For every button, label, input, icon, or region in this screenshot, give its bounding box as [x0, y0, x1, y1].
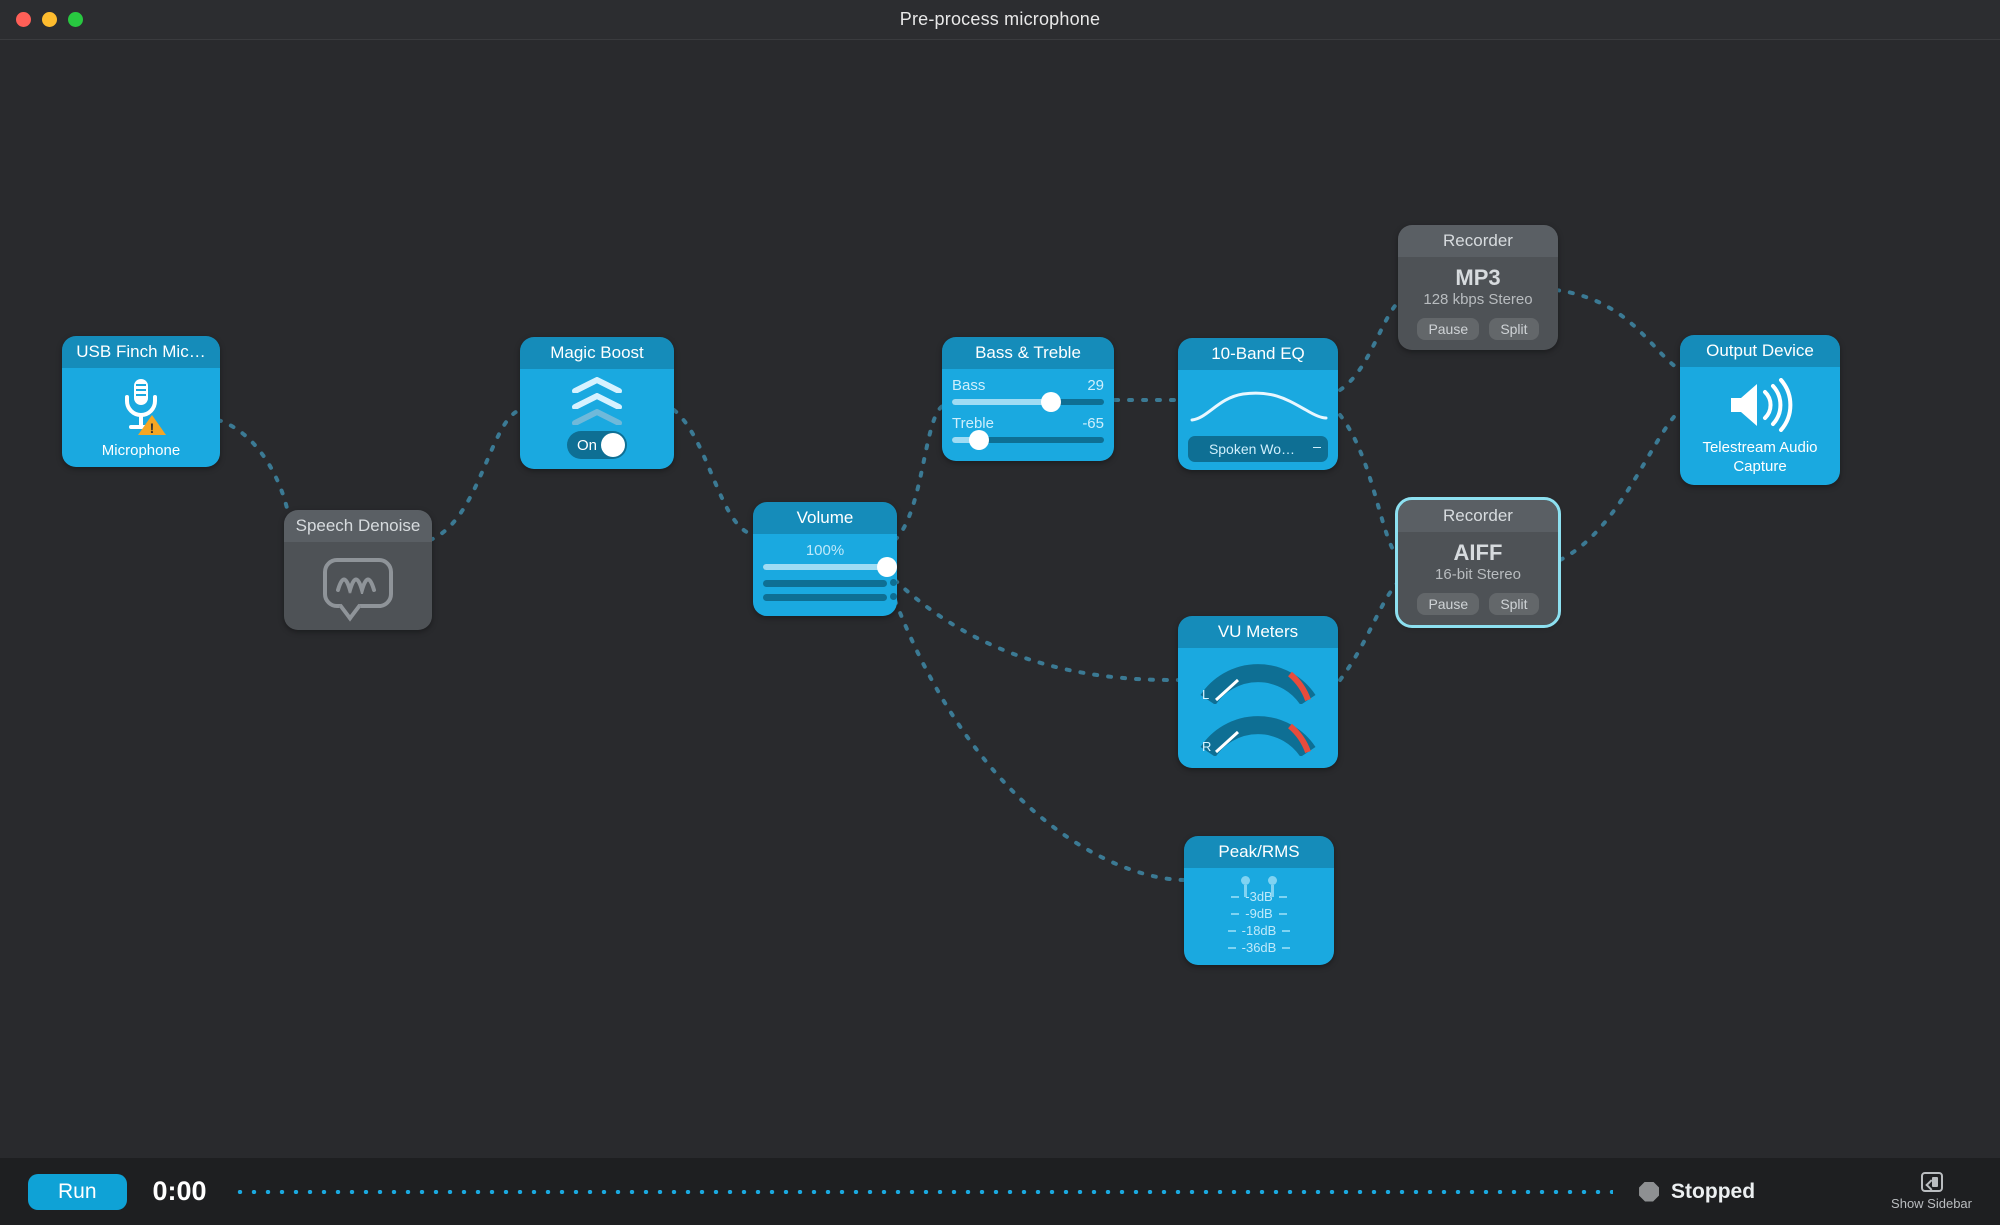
node-input-device[interactable]: USB Finch Mic… ! Microphone — [62, 336, 220, 467]
bass-label: Bass — [952, 377, 985, 394]
node-title: Magic Boost — [520, 337, 674, 369]
pipeline-canvas[interactable]: USB Finch Mic… ! Microphone S — [0, 40, 2000, 1158]
node-vu-meters[interactable]: VU Meters L R — [1178, 616, 1338, 768]
eq-preset-label: Spoken Wo… — [1209, 441, 1295, 457]
node-eq[interactable]: 10-Band EQ Spoken Wo… — [1178, 338, 1338, 470]
eq-preset-select[interactable]: Spoken Wo… — [1188, 436, 1328, 462]
node-title: Bass & Treble — [942, 337, 1114, 369]
node-title: Recorder — [1398, 500, 1558, 532]
sidebar-icon — [1921, 1172, 1943, 1192]
vu-left-icon — [1198, 656, 1318, 704]
run-button[interactable]: Run — [28, 1174, 127, 1210]
peak-label-3: -36dB — [1194, 940, 1324, 955]
split-button[interactable]: Split — [1489, 318, 1538, 340]
node-volume[interactable]: Volume 100% — [753, 502, 897, 616]
volume-ch-r — [763, 594, 887, 601]
timecode: 0:00 — [153, 1176, 207, 1207]
toggle-label: On — [577, 437, 597, 454]
transport-bar: Run 0:00 Stopped Show Sidebar — [0, 1158, 2000, 1225]
peak-label-1: -9dB — [1194, 906, 1324, 921]
node-magic-boost[interactable]: Magic Boost On — [520, 337, 674, 469]
node-output-device[interactable]: Output Device Telestream Audio Capture — [1680, 335, 1840, 485]
pause-button[interactable]: Pause — [1417, 593, 1479, 615]
node-bass-treble[interactable]: Bass & Treble Bass 29 Treble -65 — [942, 337, 1114, 461]
show-sidebar-button[interactable]: Show Sidebar — [1891, 1172, 1972, 1211]
node-title: VU Meters — [1178, 616, 1338, 648]
window-title: Pre-process microphone — [0, 9, 2000, 30]
boost-toggle[interactable]: On — [567, 431, 627, 459]
vu-left-label: L — [1202, 687, 1209, 702]
peak-label-2: -18dB — [1194, 923, 1324, 938]
vu-right-label: R — [1202, 739, 1211, 754]
node-title: Output Device — [1680, 335, 1840, 367]
vu-right-icon — [1198, 708, 1318, 756]
pause-button[interactable]: Pause — [1417, 318, 1479, 340]
node-title: Peak/RMS — [1184, 836, 1334, 868]
volume-ch-l — [763, 580, 887, 587]
node-title: USB Finch Mic… — [62, 336, 220, 368]
volume-value: 100% — [763, 542, 887, 559]
bass-slider[interactable] — [952, 399, 1104, 405]
node-peak-rms[interactable]: Peak/RMS -3dB -9dB -18dB -36dB — [1184, 836, 1334, 965]
recorder-detail: 16-bit Stereo — [1408, 566, 1548, 583]
treble-value: -65 — [1082, 415, 1104, 432]
timeline[interactable] — [233, 1190, 1613, 1194]
microphone-icon: ! — [72, 376, 210, 436]
eq-curve-icon — [1188, 378, 1328, 432]
node-recorder-aiff[interactable]: Recorder AIFF 16-bit Stereo Pause Split — [1398, 500, 1558, 625]
node-caption: Microphone — [72, 442, 210, 459]
split-button[interactable]: Split — [1489, 593, 1538, 615]
node-title: Volume — [753, 502, 897, 534]
node-title: Speech Denoise — [284, 510, 432, 542]
status-group: Stopped — [1639, 1180, 1755, 1204]
recorder-format: AIFF — [1408, 540, 1548, 566]
treble-label: Treble — [952, 415, 994, 432]
treble-slider[interactable] — [952, 437, 1104, 443]
sidebar-label: Show Sidebar — [1891, 1196, 1972, 1211]
speech-bubble-icon — [323, 558, 393, 608]
boost-chevrons-icon — [530, 377, 664, 425]
recorder-detail: 128 kbps Stereo — [1408, 291, 1548, 308]
status-label: Stopped — [1671, 1180, 1755, 1204]
peak-caps-icon — [1194, 876, 1324, 885]
node-caption: Telestream Audio Capture — [1690, 439, 1830, 477]
stop-icon — [1639, 1182, 1659, 1202]
titlebar: Pre-process microphone — [0, 0, 2000, 40]
peak-label-0: -3dB — [1194, 889, 1324, 904]
bass-value: 29 — [1087, 377, 1104, 394]
node-title: 10-Band EQ — [1178, 338, 1338, 370]
recorder-format: MP3 — [1408, 265, 1548, 291]
node-recorder-mp3[interactable]: Recorder MP3 128 kbps Stereo Pause Split — [1398, 225, 1558, 350]
node-title: Recorder — [1398, 225, 1558, 257]
volume-slider[interactable] — [763, 564, 887, 570]
speaker-icon — [1690, 375, 1830, 435]
node-speech-denoise[interactable]: Speech Denoise — [284, 510, 432, 630]
svg-text:!: ! — [150, 420, 155, 435]
